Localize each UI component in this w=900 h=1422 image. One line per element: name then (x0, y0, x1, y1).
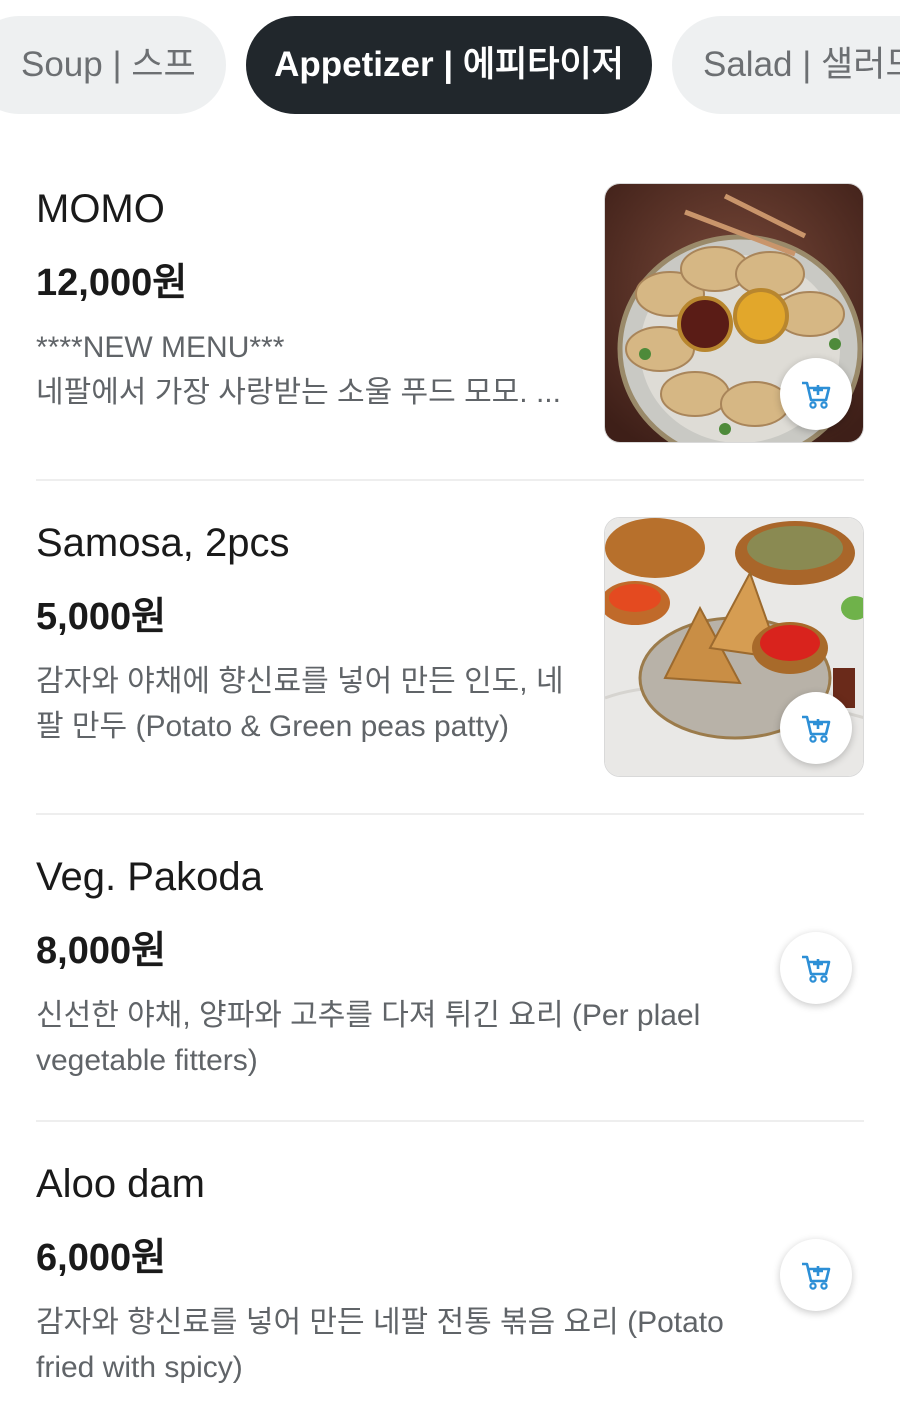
menu-item-aloo-dam[interactable]: Aloo dam 6,000원 감자와 향신료를 넣어 만든 네팔 전통 볶음 … (36, 1158, 864, 1398)
description-line: 네팔에서 가장 사랑받는 소울 푸드 모모. ... (36, 376, 561, 409)
item-description: 신선한 야채, 양파와 고추를 다져 튀긴 요리 (Per plael vege… (36, 993, 736, 1083)
item-name: Veg. Pakoda (36, 855, 263, 899)
item-description: ****NEW MENU*** 네팔에서 가장 사랑받는 소울 푸드 모모. .… (36, 325, 576, 415)
description-line: fried with spicy) (36, 1351, 243, 1384)
menu-item-samosa[interactable]: Samosa, 2pcs 5,000원 감자와 야채에 향신료를 넣어 만든 인… (36, 517, 864, 779)
item-name: Samosa, 2pcs (36, 521, 290, 565)
add-to-cart-button[interactable] (780, 358, 852, 430)
add-to-cart-icon (802, 955, 831, 983)
description-line: 감자와 향신료를 넣어 만든 네팔 전통 볶음 요리 (Potato (36, 1306, 724, 1339)
menu-item-veg-pakoda[interactable]: Veg. Pakoda 8,000원 신선한 야채, 양파와 고추를 다져 튀긴… (36, 851, 864, 1091)
description-line: ****NEW MENU*** (36, 331, 285, 364)
item-name: MOMO (36, 187, 165, 231)
divider (36, 813, 864, 815)
divider (36, 479, 864, 481)
item-description: 감자와 향신료를 넣어 만든 네팔 전통 볶음 요리 (Potato fried… (36, 1300, 736, 1390)
description-line: 감자와 야채에 향신료를 넣어 만든 인도, 네 (36, 665, 564, 698)
divider (36, 1120, 864, 1122)
add-to-cart-icon (802, 381, 831, 409)
item-name: Aloo dam (36, 1162, 205, 1206)
description-line: 팔 만두 (Potato & Green peas patty) (36, 710, 510, 743)
category-tabs: Soup | 스프 Appetizer | 에피타이저 Salad | 샐러드 (0, 0, 900, 140)
add-to-cart-button[interactable] (780, 1239, 852, 1311)
add-to-cart-icon (802, 1262, 831, 1290)
add-to-cart-icon (802, 715, 831, 743)
menu-item-momo[interactable]: MOMO 12,000원 ****NEW MENU*** 네팔에서 가장 사랑받… (36, 183, 864, 445)
item-price: 6,000원 (36, 1237, 167, 1279)
description-line: vegetable fitters) (36, 1044, 258, 1077)
tab-salad[interactable]: Salad | 샐러드 (672, 16, 900, 114)
item-description: 감자와 야채에 향신료를 넣어 만든 인도, 네 팔 만두 (Potato & … (36, 659, 576, 749)
tab-appetizer[interactable]: Appetizer | 에피타이저 (246, 16, 652, 114)
description-line: 신선한 야채, 양파와 고추를 다져 튀긴 요리 (Per plael (36, 999, 701, 1032)
tab-soup[interactable]: Soup | 스프 (0, 16, 226, 114)
add-to-cart-button[interactable] (780, 692, 852, 764)
add-to-cart-button[interactable] (780, 932, 852, 1004)
item-price: 8,000원 (36, 930, 167, 972)
item-price: 5,000원 (36, 596, 167, 638)
item-price: 12,000원 (36, 262, 188, 304)
